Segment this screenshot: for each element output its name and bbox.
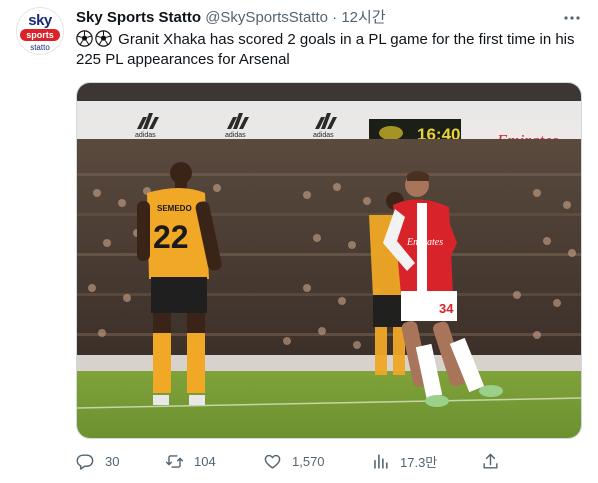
wolves-player-number: 22 [153,219,189,255]
tweet[interactable]: sky sports statto Sky Sports Statto @Sky… [0,0,598,483]
retweet-button[interactable]: 104 [165,450,216,472]
arsenal-player-number: 34 [439,301,454,316]
tweet-text-container: Granit Xhaka has scored 2 goals in a PL … [76,30,576,70]
avatar-statto-text: statto [30,43,50,52]
share-button[interactable] [481,450,510,472]
view-count: 17.3만 [400,454,438,470]
views-button[interactable]: 17.3만 [371,450,437,472]
user-handle[interactable]: @SkySportsStatto [205,9,328,26]
arsenal-shirt-sponsor: Emirates [406,237,443,248]
analytics-icon [374,453,388,469]
pitch-side-wall [77,355,581,371]
retweet-icon [165,454,184,468]
board-adidas-1: adidas [135,132,156,139]
avatar[interactable]: sky sports statto [16,7,64,55]
board-adidas-2: adidas [225,132,246,139]
tweet-photo[interactable]: adidas adidas adidas 16:40 Emirates [76,82,582,439]
tweet-text: Granit Xhaka has scored 2 goals in a PL … [76,31,575,68]
reply-icon [76,453,94,470]
board-adidas-3: adidas [313,132,334,139]
like-count: 1,570 [292,453,325,469]
tweet-time[interactable]: 12시간 [341,9,385,26]
more-options-icon[interactable] [562,9,582,27]
soccer-ball-icon [76,30,93,47]
reply-button[interactable]: 30 [76,450,119,472]
upper-stand [77,83,581,103]
like-button[interactable]: 1,570 [263,450,325,472]
football-photo: adidas adidas adidas 16:40 Emirates [77,83,581,438]
heart-icon [264,454,281,469]
wolves-player-name: SEMEDO [157,204,192,213]
retweet-count: 104 [194,453,216,469]
avatar-sky-text: sky [28,12,52,29]
avatar-sports-text: sports [20,29,60,41]
pitch [77,371,581,438]
action-bar: 30 104 1,570 17.3만 [76,450,582,472]
tweet-header: Sky Sports Statto @SkySportsStatto · 12시… [76,9,386,27]
display-name[interactable]: Sky Sports Statto [76,9,201,26]
separator-dot: · [332,9,338,26]
reply-count: 30 [105,453,120,469]
soccer-ball-icon [95,30,112,47]
share-icon [483,453,498,469]
